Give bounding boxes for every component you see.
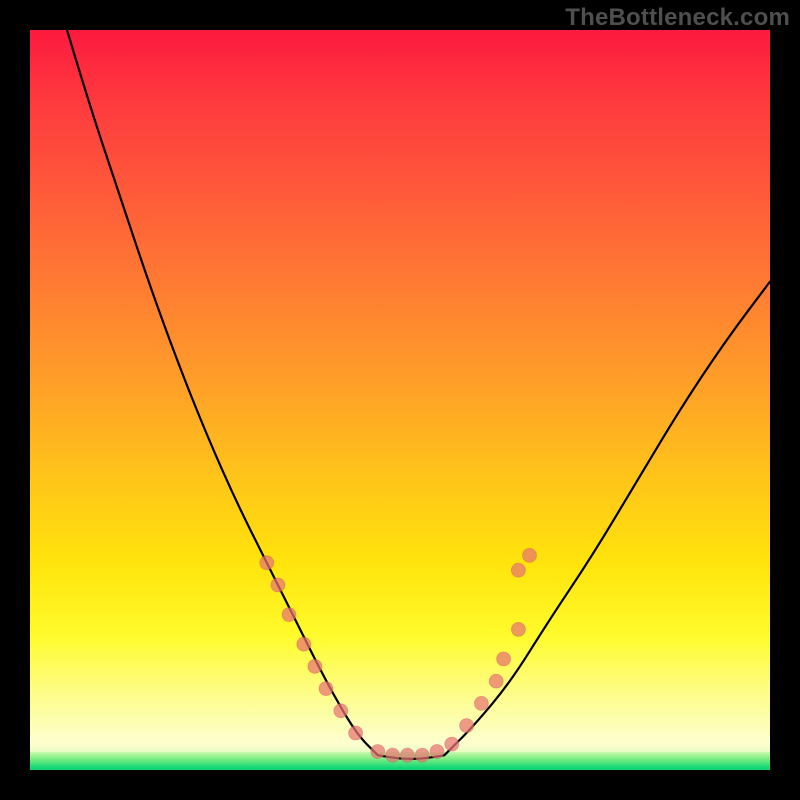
data-marker — [511, 563, 525, 577]
plot-area — [30, 30, 770, 770]
data-marker — [511, 622, 525, 636]
data-marker — [386, 748, 400, 762]
bottleneck-curve — [67, 30, 770, 759]
data-marker — [497, 652, 511, 666]
data-marker — [271, 578, 285, 592]
data-marker — [445, 737, 459, 751]
data-marker — [474, 696, 488, 710]
data-marker — [308, 659, 322, 673]
chart-frame: TheBottleneck.com — [0, 0, 800, 800]
data-marker — [489, 674, 503, 688]
data-marker — [319, 682, 333, 696]
data-marker — [523, 548, 537, 562]
curve-group — [67, 30, 770, 759]
chart-svg — [30, 30, 770, 770]
data-marker — [260, 556, 274, 570]
data-marker — [400, 748, 414, 762]
data-marker — [297, 637, 311, 651]
data-marker — [460, 719, 474, 733]
data-marker — [415, 748, 429, 762]
watermark-text: TheBottleneck.com — [565, 4, 790, 32]
data-marker — [282, 608, 296, 622]
data-marker — [334, 704, 348, 718]
data-marker — [349, 726, 363, 740]
marker-group — [260, 548, 537, 762]
data-marker — [430, 745, 444, 759]
data-marker — [371, 745, 385, 759]
